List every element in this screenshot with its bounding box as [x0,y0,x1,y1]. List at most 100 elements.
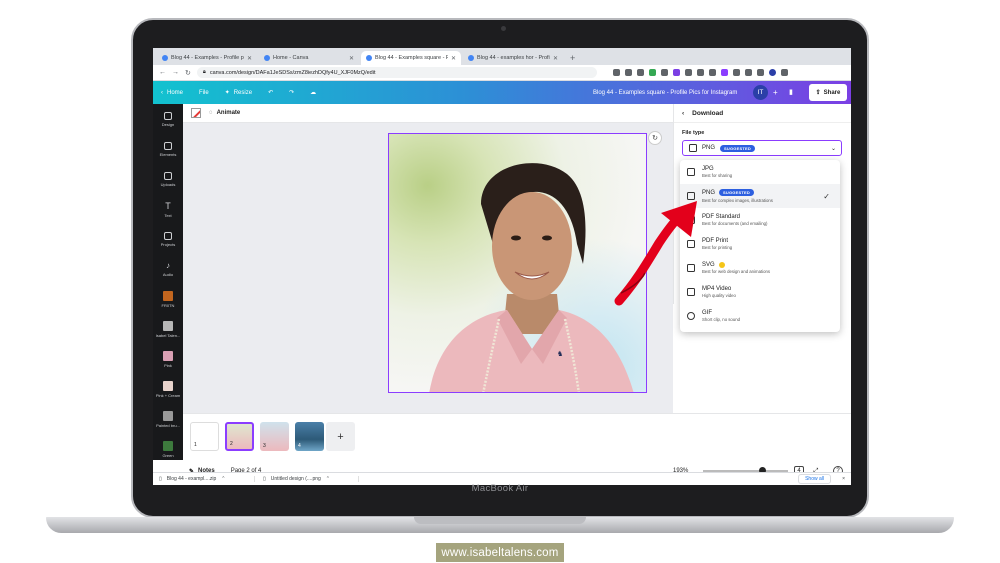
extension-icon[interactable] [660,69,668,76]
canva-favicon-icon [162,55,168,61]
back-icon[interactable]: ← [159,69,166,76]
avatar[interactable]: IT [753,85,768,100]
file-type-select[interactable]: PNG SUGGESTED ⌄ [682,140,842,156]
redo-button[interactable]: ↷ [289,89,294,96]
cloud-save-status[interactable]: ☁ [310,89,316,96]
brand-thumbnail [163,320,173,331]
file-label: File [199,89,209,96]
file-menu[interactable]: File [199,90,209,96]
suggested-badge: SUGGESTED [719,189,754,197]
extension-icon[interactable] [636,69,644,76]
close-icon[interactable]: ✕ [451,55,456,62]
sidebar-item-brand-painted[interactable]: Painted bru... [153,404,183,434]
new-tab-button[interactable]: + [565,51,580,65]
music-note-icon: ♪ [166,261,170,270]
crown-icon [718,261,725,268]
animate-button[interactable]: ◌ Animate [209,110,240,116]
laptop-lid: Blog 44 - Examples - Profile p ✕ Home - … [131,18,869,518]
download-item[interactable]: ▯ Untitled design (....png ⌃ [263,476,359,482]
sidebar-item-text[interactable]: T Text [153,194,183,224]
sidebar-item-label: Pink + Cream [155,392,181,398]
extension-icon[interactable] [768,69,776,76]
analytics-icon[interactable]: ▮ [789,88,793,96]
regenerate-icon[interactable]: ↻ [648,131,662,145]
reload-icon[interactable]: ↻ [185,69,191,77]
undo-button[interactable]: ↶ [268,89,273,96]
add-page-button[interactable]: + [326,422,355,451]
sidebar-item-audio[interactable]: ♪ Audio [153,254,183,284]
close-icon[interactable]: ✕ [247,55,252,62]
sidebar-item-elements[interactable]: Elements [153,134,183,164]
document-title[interactable]: Blog 44 - Examples square - Profile Pics… [593,90,737,96]
webcam [501,26,506,31]
home-button[interactable]: ‹ Home [161,90,183,96]
extension-icon[interactable] [732,69,740,76]
page-thumbnail[interactable]: 3 [260,422,289,451]
brand-thumbnail [163,410,173,421]
sidebar-item-brand-pink[interactable]: Pink [153,344,183,374]
sidebar-item-label: Pink [164,362,172,368]
sidebar-item-label: FR0TN [161,302,175,308]
laptop-brand-label: MacBook Air [471,483,529,494]
back-icon[interactable]: ‹ [682,110,684,117]
file-type-option-jpg[interactable]: JPG Best for sharing [680,160,840,184]
browser-tab-2[interactable]: Home - Canva ✕ [259,51,359,65]
sidebar-item-brand-pink-cream[interactable]: Pink + Cream [153,374,183,404]
sidebar-item-label: Audio [162,272,174,277]
sidebar-item-brand-fr0tn[interactable]: FR0TN [153,284,183,314]
share-icon: ⇪ [815,90,821,96]
page-thumbnail[interactable]: 4 [295,422,324,451]
sparkle-icon: ✦ [224,90,230,96]
page-thumbnail[interactable]: 1 [190,422,219,451]
close-icon[interactable]: × [842,476,845,482]
tab-title: Blog 44 - examples hor - Profi [477,55,550,61]
sidebar-item-label: Design [161,121,175,127]
extension-icon[interactable] [624,69,632,76]
page-number: 3 [263,443,266,449]
extensions [612,69,788,76]
more-menu-icon[interactable] [780,69,788,76]
redo-icon: ↷ [289,90,295,96]
red-arrow-annotation [614,201,697,306]
animate-icon: ◌ [209,110,213,116]
extension-icon[interactable] [672,69,680,76]
file-icon: ▯ [263,476,266,482]
sidebar-item-uploads[interactable]: Uploads [153,164,183,194]
svg-text:♞: ♞ [557,350,563,358]
extension-icon[interactable] [744,69,752,76]
extension-icon[interactable] [696,69,704,76]
extension-icon[interactable] [756,69,764,76]
resize-button[interactable]: ✦ Resize [224,89,252,97]
extension-icon[interactable] [708,69,716,76]
extension-icon[interactable] [684,69,692,76]
background-color-swatch[interactable] [191,108,201,118]
sidebar-item-design[interactable]: Design [153,104,183,134]
extension-icon[interactable] [720,69,728,76]
download-name: Untitled design (....png [270,476,321,482]
brand-thumbnail [163,290,173,301]
shapes-icon [164,141,172,150]
close-icon[interactable]: ✕ [553,55,558,62]
url-field[interactable]: 🔒︎ canva.com/design/DAFa1JeSDSs/zmZ8iezh… [196,67,597,78]
canva-top-bar: ‹ Home File ✦ Resize ↶ ↷ ☁ Blog 44 - Exa… [153,81,851,104]
add-collaborator-icon[interactable]: + [773,88,778,97]
extension-icon[interactable] [648,69,656,76]
page-thumbnail[interactable]: 2 [225,422,254,451]
browser-tab-3[interactable]: Blog 44 - Examples square - P ✕ [361,51,461,65]
browser-tabbar: Blog 44 - Examples - Profile p ✕ Home - … [153,48,851,65]
sidebar-item-projects[interactable]: Projects [153,224,183,254]
browser-tab-1[interactable]: Blog 44 - Examples - Profile p ✕ [157,51,257,65]
browser-tab-4[interactable]: Blog 44 - examples hor - Profi ✕ [463,51,563,65]
close-icon[interactable]: ✕ [349,55,354,62]
sidebar-item-label: Uploads [160,181,176,187]
forward-icon[interactable]: → [172,69,179,76]
sidebar-item-brand-isabel[interactable]: Isabel Talen... [153,314,183,344]
tab-title: Blog 44 - Examples - Profile p [171,55,244,61]
file-icon: ▯ [159,476,162,482]
extension-icon[interactable] [612,69,620,76]
download-item[interactable]: ▯ Blog 44 - exampl....zip ⌃ [159,476,255,482]
chevron-up-icon[interactable]: ⌃ [326,476,330,482]
share-button[interactable]: ⇪ Share [809,84,847,101]
sidebar-item-brand-green[interactable]: Green [153,434,183,464]
chevron-up-icon[interactable]: ⌃ [221,476,225,482]
